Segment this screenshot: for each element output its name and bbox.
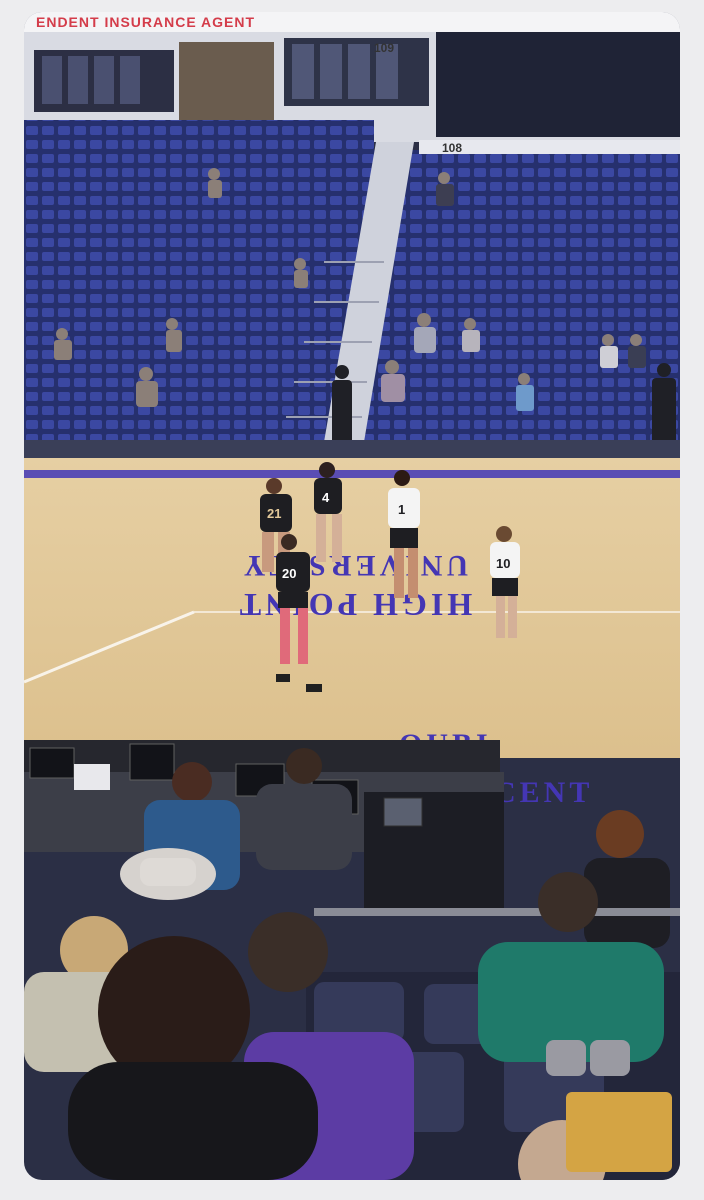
floor-text-main-2: HIGH POINT xyxy=(236,587,472,623)
section-number-108: 108 xyxy=(442,141,462,155)
baseline-stripe xyxy=(24,470,680,478)
seating-left xyxy=(24,120,374,450)
arena-photo: ENDENT INSURANCE AGENT 109 108 UNIVERSIT… xyxy=(24,12,680,1180)
courtside-rail xyxy=(24,440,680,460)
section-number-109: 109 xyxy=(374,41,394,55)
jersey-number: 4 xyxy=(322,490,330,505)
jersey-number: 20 xyxy=(282,566,296,581)
banner-text: ENDENT INSURANCE AGENT xyxy=(36,14,255,30)
floor-text-main: UNIVERSITY xyxy=(240,549,468,582)
front-rail xyxy=(314,908,680,916)
floor-text-side-2: CENT xyxy=(494,776,593,809)
jersey-number: 1 xyxy=(398,502,405,517)
jersey-number: 10 xyxy=(496,556,510,571)
jersey-number: 21 xyxy=(267,506,281,521)
photo-frame: ENDENT INSURANCE AGENT 109 108 UNIVERSIT… xyxy=(24,12,680,1180)
